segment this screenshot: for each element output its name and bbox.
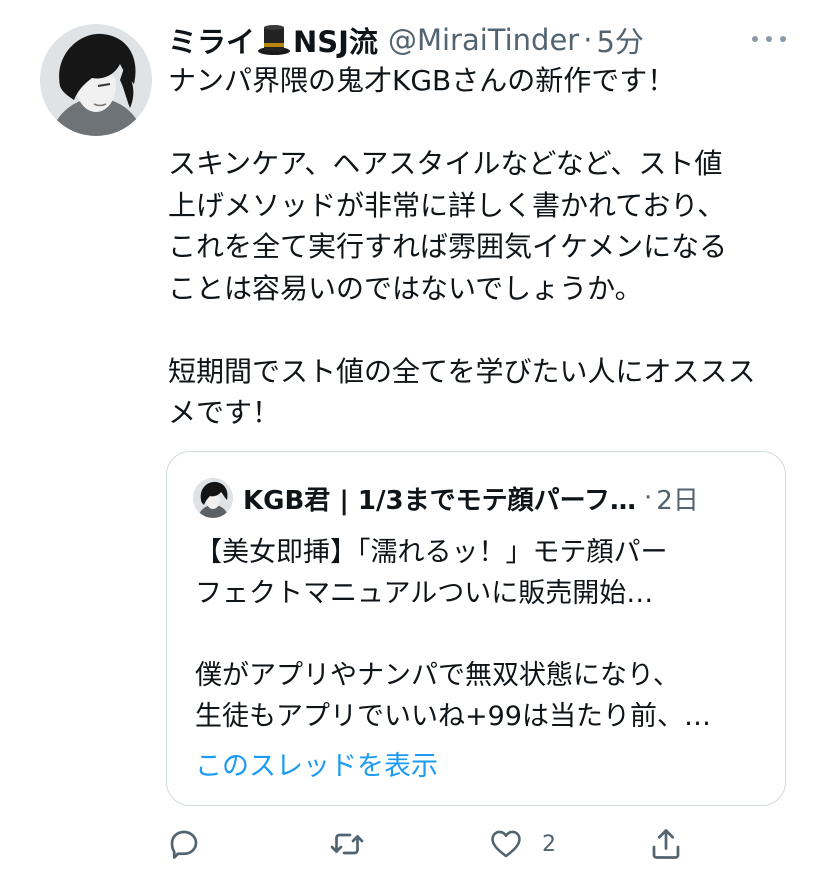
retweet-button[interactable] [328,822,366,866]
tweet-text-line [168,102,788,144]
like-button[interactable]: 2 [488,822,556,866]
show-thread-link[interactable]: このスレッドを表示 [195,744,438,783]
like-count: 2 [542,831,556,857]
separator-dot: · [644,483,653,513]
tweet-text: ナンパ界隈の鬼才KGBさんの新作です！ スキンケア、ヘアスタイルなどなど、スト値… [168,60,788,434]
quoted-text-line: 【美女即挿】「濡れるッ！」モテ顔パー [195,537,668,568]
user-handle[interactable]: @MiraiTinder [388,23,579,57]
quoted-avatar [193,478,233,518]
tweet-text-line: 短期間でスト値の全てを学びたい人にオススス [168,354,756,388]
quoted-timestamp: 2日 [656,485,699,516]
tweet-text-line: メです！ [168,396,281,429]
reply-button[interactable] [166,822,202,866]
more-options-icon[interactable] [752,28,786,50]
tweet-text-line: これを全て実行すれば雰囲気イケメンになる [168,230,728,263]
tweet-header: ミライ NSJ流 @MiraiTinder · 5分 [168,20,788,60]
tweet-text-line [168,309,788,351]
quoted-display-name: KGB君 | 1/3までモテ顔パーフ… [243,485,637,516]
top-hat-icon [257,23,291,57]
quoted-tweet-header: KGB君 | 1/3までモテ顔パーフ… · 2日 [193,478,699,518]
tweet-text-line: 上げメソッドが非常に詳しく書かれており、 [168,188,726,222]
share-button[interactable] [648,822,684,866]
avatar[interactable] [40,24,152,136]
tweet-action-bar: 2 [166,822,706,866]
quoted-text-line: 生徒もアプリでいいね+99は当たり前、… [195,701,711,732]
tweet-text-line: ナンパ界隈の鬼才KGBさんの新作です！ [168,64,676,97]
quoted-text-line: 僕がアプリやナンパで無双状態になり、 [195,660,680,691]
reply-icon [166,826,202,862]
display-name[interactable]: ミライ NSJ流 [168,19,378,61]
display-name-part1: ミライ [168,25,256,59]
tweet-timestamp[interactable]: 5分 [596,19,643,61]
share-icon [648,825,684,863]
quoted-text-line: フェクトマニュアルついに販売開始… [195,578,654,609]
separator-dot: · [583,23,593,57]
tweet-text-line: スキンケア、ヘアスタイルなどなど、スト値 [168,147,723,180]
display-name-part2: NSJ流 [293,25,378,59]
quoted-text-line [195,614,775,655]
tweet-text-line: ことは容易いのではないでしょうか。 [168,271,643,305]
retweet-icon [328,826,366,862]
quoted-tweet-card[interactable]: KGB君 | 1/3までモテ顔パーフ… · 2日 【美女即挿】「濡れるッ！」モテ… [166,451,786,806]
heart-icon [488,827,524,861]
quoted-tweet-text: 【美女即挿】「濡れるッ！」モテ顔パー フェクトマニュアルついに販売開始… 僕がア… [195,532,775,737]
